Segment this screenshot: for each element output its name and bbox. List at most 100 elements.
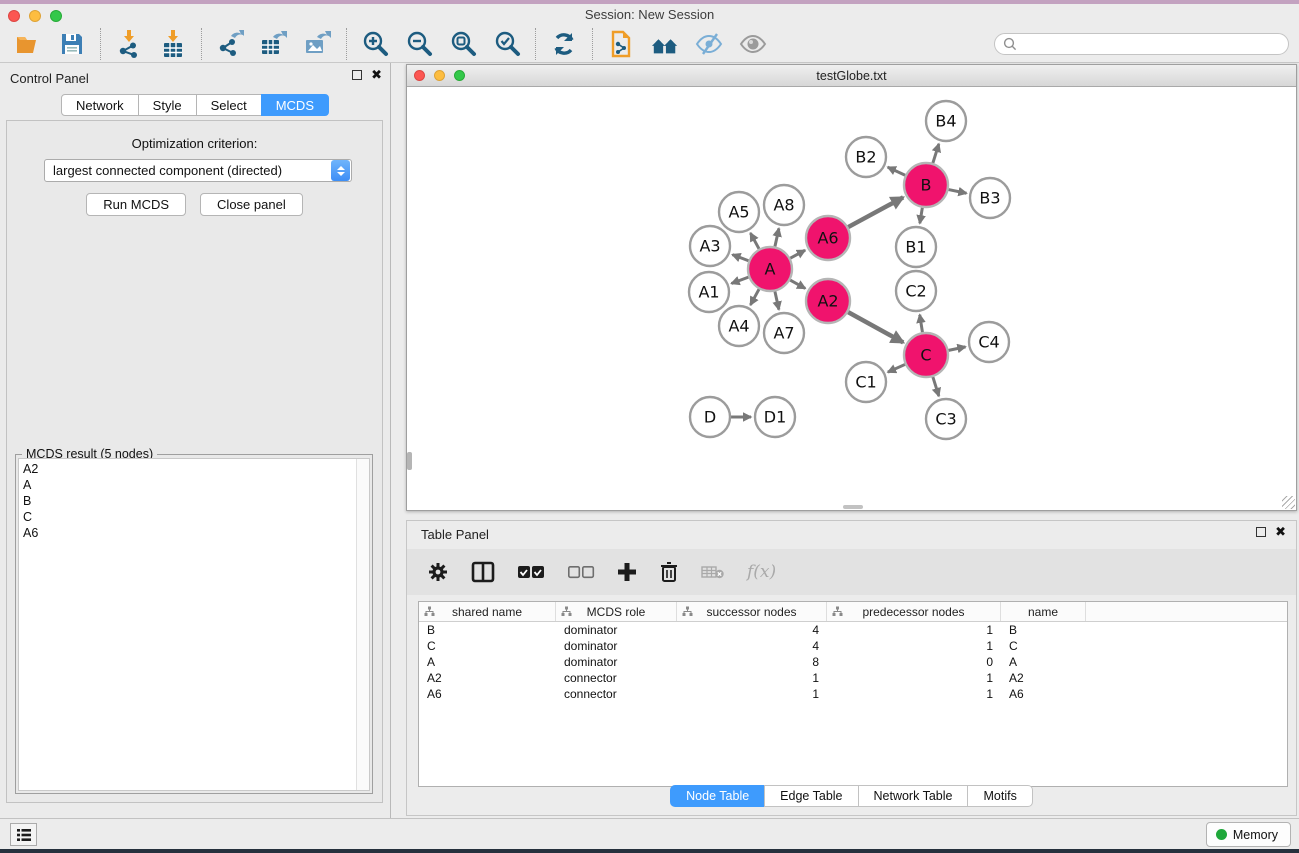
- deselect-all-icon[interactable]: [567, 565, 595, 579]
- table-cell[interactable]: A2: [1001, 671, 1086, 685]
- column-header-successor-nodes[interactable]: successor nodes: [677, 602, 827, 621]
- table-cell[interactable]: connector: [556, 671, 677, 685]
- export-table-icon[interactable]: [260, 30, 288, 58]
- edge-A6-B[interactable]: [848, 197, 903, 227]
- table-cell[interactable]: 1: [827, 687, 1001, 701]
- table-cell[interactable]: A2: [419, 671, 556, 685]
- memory-button[interactable]: Memory: [1206, 822, 1291, 847]
- result-item[interactable]: A: [23, 477, 369, 493]
- node-A8[interactable]: A8: [764, 185, 804, 225]
- table-row[interactable]: Cdominator41C: [419, 638, 1287, 654]
- optimization-criterion-select[interactable]: largest connected component (directed): [44, 159, 352, 182]
- open-session-icon[interactable]: [14, 30, 42, 58]
- node-D1[interactable]: D1: [755, 397, 795, 437]
- close-table-panel-icon[interactable]: ✖: [1275, 527, 1286, 537]
- column-header-MCDS-role[interactable]: MCDS role: [556, 602, 677, 621]
- network-window-titlebar[interactable]: testGlobe.txt: [407, 65, 1296, 87]
- edge-B-B2[interactable]: [888, 167, 905, 175]
- edge-A-A7[interactable]: [775, 291, 779, 309]
- zoom-selected-icon[interactable]: [493, 30, 521, 58]
- zoom-in-icon[interactable]: [361, 30, 389, 58]
- table-cell[interactable]: A: [1001, 655, 1086, 669]
- table-cell[interactable]: connector: [556, 687, 677, 701]
- table-cell[interactable]: C: [1001, 639, 1086, 653]
- table-cell[interactable]: A: [419, 655, 556, 669]
- result-item[interactable]: C: [23, 509, 369, 525]
- table-cell[interactable]: B: [1001, 623, 1086, 637]
- column-header-name[interactable]: name: [1001, 602, 1086, 621]
- edge-C-C4[interactable]: [949, 347, 966, 351]
- edge-A-A8[interactable]: [775, 228, 779, 246]
- table-cell[interactable]: C: [419, 639, 556, 653]
- node-C1[interactable]: C1: [846, 362, 886, 402]
- table-cell[interactable]: 0: [827, 655, 1001, 669]
- tab-style[interactable]: Style: [138, 94, 197, 116]
- duplicate-network-icon[interactable]: [607, 30, 635, 58]
- table-cell[interactable]: dominator: [556, 639, 677, 653]
- node-A5[interactable]: A5: [719, 192, 759, 232]
- close-panel-icon[interactable]: ✖: [371, 70, 382, 80]
- import-table-icon[interactable]: [159, 30, 187, 58]
- select-all-icon[interactable]: [517, 565, 545, 579]
- node-B1[interactable]: B1: [896, 227, 936, 267]
- float-panel-icon[interactable]: [352, 70, 362, 80]
- edge-A-A2[interactable]: [790, 280, 805, 288]
- node-C4[interactable]: C4: [969, 322, 1009, 362]
- mcds-result-list[interactable]: A2ABCA6: [18, 458, 370, 791]
- edge-B-B4[interactable]: [933, 144, 939, 163]
- task-history-button[interactable]: [10, 823, 37, 846]
- import-network-icon[interactable]: [115, 30, 143, 58]
- node-C[interactable]: C: [904, 333, 948, 377]
- table-cell[interactable]: 1: [827, 623, 1001, 637]
- table-row[interactable]: Adominator80A: [419, 654, 1287, 670]
- tab-mcds[interactable]: MCDS: [261, 94, 329, 116]
- tab-network[interactable]: Network: [61, 94, 139, 116]
- edge-A2-C[interactable]: [848, 312, 903, 342]
- zoom-fit-icon[interactable]: [449, 30, 477, 58]
- split-view-icon[interactable]: [471, 561, 495, 583]
- tab-motifs[interactable]: Motifs: [967, 785, 1032, 807]
- node-B3[interactable]: B3: [970, 178, 1010, 218]
- table-cell[interactable]: A6: [1001, 687, 1086, 701]
- edge-A-A4[interactable]: [750, 289, 759, 305]
- show-all-icon[interactable]: [739, 30, 767, 58]
- table-cell[interactable]: 4: [677, 639, 827, 653]
- run-mcds-button[interactable]: Run MCDS: [86, 193, 186, 216]
- edge-A-A5[interactable]: [750, 233, 759, 249]
- search-field[interactable]: [994, 33, 1289, 55]
- network-hscrollbar[interactable]: [843, 505, 863, 509]
- table-row[interactable]: A2connector11A2: [419, 670, 1287, 686]
- result-item[interactable]: A2: [23, 461, 369, 477]
- node-A3[interactable]: A3: [690, 226, 730, 266]
- table-cell[interactable]: dominator: [556, 623, 677, 637]
- node-D[interactable]: D: [690, 397, 730, 437]
- table-cell[interactable]: 1: [827, 639, 1001, 653]
- result-scrollbar[interactable]: [356, 459, 369, 790]
- table-settings-icon[interactable]: [427, 561, 449, 583]
- edge-A-A6[interactable]: [790, 250, 805, 258]
- table-cell[interactable]: 8: [677, 655, 827, 669]
- node-C2[interactable]: C2: [896, 271, 936, 311]
- delete-column-icon[interactable]: [659, 561, 679, 583]
- tab-select[interactable]: Select: [196, 94, 262, 116]
- table-row[interactable]: A6connector11A6: [419, 686, 1287, 702]
- table-row[interactable]: Bdominator41B: [419, 622, 1287, 638]
- export-image-icon[interactable]: [304, 30, 332, 58]
- node-A2[interactable]: A2: [806, 279, 850, 323]
- refresh-icon[interactable]: [550, 30, 578, 58]
- edge-C-C3[interactable]: [933, 377, 939, 396]
- float-table-panel-icon[interactable]: [1256, 527, 1266, 537]
- edge-C-C2[interactable]: [920, 315, 923, 333]
- node-A7[interactable]: A7: [764, 313, 804, 353]
- save-session-icon[interactable]: [58, 30, 86, 58]
- edge-A-A1[interactable]: [731, 277, 748, 283]
- table-cell[interactable]: 1: [677, 671, 827, 685]
- tab-network-table[interactable]: Network Table: [858, 785, 969, 807]
- column-header-shared-name[interactable]: shared name: [419, 602, 556, 621]
- network-graph[interactable]: B4B2BB3A8A5A6A3B1AA1C2A2A4A7C4CC1C3DD1: [407, 87, 1296, 510]
- edge-A-A3[interactable]: [732, 255, 748, 261]
- window-resize-grip[interactable]: [1282, 496, 1295, 509]
- node-B4[interactable]: B4: [926, 101, 966, 141]
- node-A1[interactable]: A1: [689, 272, 729, 312]
- close-panel-button[interactable]: Close panel: [200, 193, 303, 216]
